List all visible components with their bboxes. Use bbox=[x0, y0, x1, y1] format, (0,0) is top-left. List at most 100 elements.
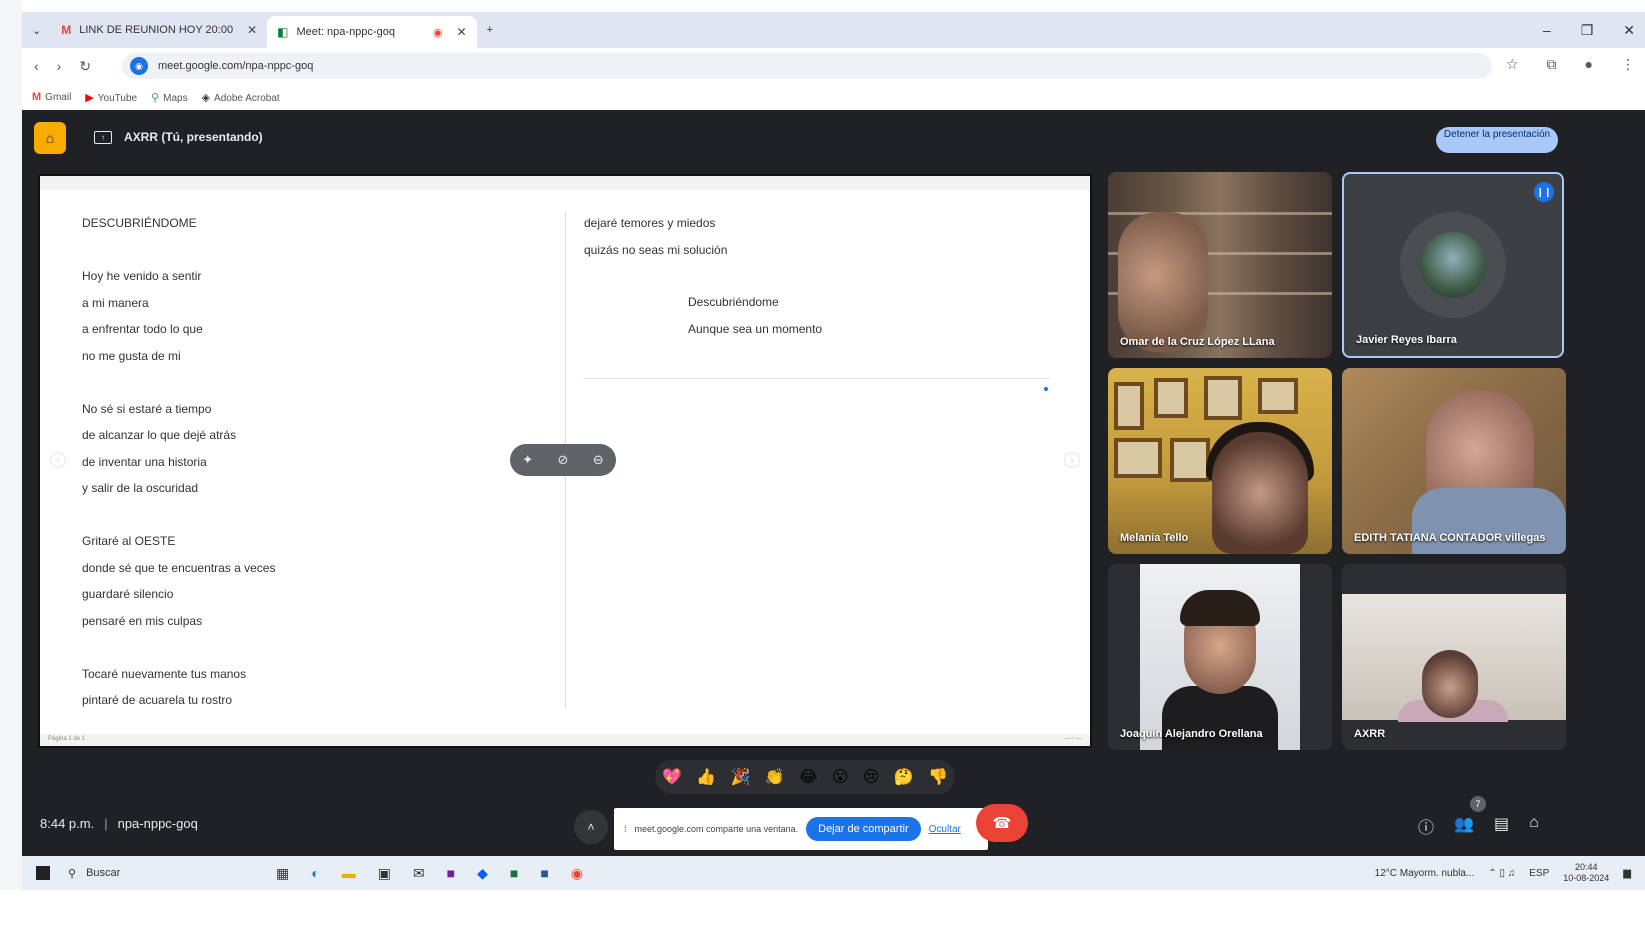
start-icon[interactable] bbox=[36, 866, 50, 880]
reaction-emoji[interactable]: 🤔 bbox=[894, 767, 914, 787]
stop-presenting-button[interactable]: Detener la presentación bbox=[1436, 127, 1558, 153]
bookmark-youtube[interactable]: ▶ YouTube bbox=[85, 91, 137, 104]
store-icon[interactable]: ▣ bbox=[378, 865, 391, 882]
dropbox-icon[interactable]: ◆ bbox=[477, 865, 488, 882]
poem-line: quizás no seas mi solución bbox=[584, 242, 728, 257]
participant-tile[interactable]: ❙❙ Javier Reyes Ibarra bbox=[1342, 172, 1564, 358]
reaction-emoji[interactable]: 😂 bbox=[799, 767, 818, 787]
chat-icon[interactable]: ▤ bbox=[1494, 814, 1509, 838]
tab-label: LINK DE REUNION HOY 20:00 bbox=[79, 24, 234, 36]
reaction-emoji[interactable]: 👏 bbox=[765, 767, 785, 787]
mute-icon[interactable]: ⊘ bbox=[558, 452, 569, 468]
bookmark-adobe[interactable]: ◈ Adobe Acrobat bbox=[202, 91, 280, 104]
profile-icon[interactable]: ● bbox=[1585, 56, 1593, 73]
people-icon[interactable]: 👥 bbox=[1454, 814, 1474, 838]
site-info-icon[interactable]: ◉ bbox=[130, 57, 148, 75]
extensions-icon[interactable]: ⧉ bbox=[1547, 56, 1557, 73]
bookmark-star-icon[interactable]: ☆ bbox=[1506, 56, 1519, 73]
gmail-icon: M bbox=[32, 91, 42, 103]
participant-name: Omar de la Cruz López LLana bbox=[1120, 336, 1275, 348]
separator: | bbox=[104, 816, 108, 831]
reaction-emoji[interactable]: 💖 bbox=[662, 767, 682, 787]
taskview-icon[interactable]: ▦ bbox=[276, 865, 289, 882]
left-edge bbox=[0, 0, 22, 928]
restore-icon[interactable]: ❐ bbox=[1581, 22, 1594, 39]
url-text: meet.google.com/npa-nppc-goq bbox=[158, 60, 314, 72]
reaction-emoji[interactable]: 😮 bbox=[832, 767, 849, 787]
excel-icon[interactable]: ■ bbox=[510, 865, 518, 882]
word-icon[interactable]: ■ bbox=[540, 865, 548, 882]
reaction-emoji[interactable]: 👎 bbox=[928, 767, 948, 787]
stop-sharing-button[interactable]: Dejar de compartir bbox=[806, 817, 921, 841]
browser-tab-bar: ⌄ M LINK DE REUNION HOY 20:00 ✕ ◧ Meet: … bbox=[22, 12, 1645, 48]
poem-line: y salir de la oscuridad bbox=[82, 481, 199, 495]
floating-controls: ✦ ⊘ ⊖ bbox=[510, 444, 616, 476]
notifications-icon[interactable]: ▆ bbox=[1623, 868, 1631, 879]
meeting-side-controls: ⓘ 👥 ▤ ⌂ bbox=[1418, 814, 1539, 838]
language-indicator[interactable]: ESP bbox=[1529, 868, 1549, 879]
chevron-down-icon: ⌄ bbox=[32, 24, 42, 37]
explorer-icon[interactable]: ▬ bbox=[342, 865, 356, 882]
document-status-bar: Página 1 de 1 — ◦ — bbox=[40, 734, 1090, 746]
info-icon[interactable]: ⓘ bbox=[1418, 814, 1434, 838]
minimize-icon[interactable]: – bbox=[1543, 22, 1551, 39]
zoom-controls: — ◦ — bbox=[1064, 736, 1082, 742]
pin-icon[interactable]: ✦ bbox=[522, 452, 533, 468]
reaction-emoji[interactable]: 😢 bbox=[863, 767, 880, 787]
menu-icon[interactable]: ⋮ bbox=[1621, 56, 1635, 73]
drag-handle-icon[interactable]: ⁞ bbox=[624, 824, 627, 834]
tab-gmail[interactable]: M LINK DE REUNION HOY 20:00 ✕ bbox=[51, 16, 267, 44]
poem-line: guardaré silencio bbox=[82, 587, 174, 601]
reload-icon[interactable]: ↻ bbox=[79, 58, 91, 75]
bookmark-maps[interactable]: ⚲ Maps bbox=[151, 91, 188, 104]
participant-name: EDITH TATIANA CONTADOR villegas bbox=[1354, 532, 1546, 544]
weather-text: 12°C Mayorm. nubla... bbox=[1374, 867, 1475, 879]
tray-icons[interactable]: ⌃ ▯ ♫ bbox=[1488, 868, 1515, 879]
close-tab-icon[interactable]: ✕ bbox=[247, 23, 257, 37]
participant-tile[interactable]: Joaquín Alejandro Orellana bbox=[1108, 564, 1332, 750]
leave-call-button[interactable]: ☎ bbox=[976, 804, 1028, 842]
participant-tile[interactable]: Omar de la Cruz López LLana bbox=[1108, 172, 1332, 358]
screen: ⌄ M LINK DE REUNION HOY 20:00 ✕ ◧ Meet: … bbox=[0, 0, 1645, 928]
reactions-bar: 💖 👍 🎉 👏 😂 😮 😢 🤔 👎 bbox=[655, 760, 955, 794]
chrome-icon[interactable]: ◉ bbox=[571, 865, 583, 882]
reaction-emoji[interactable]: 🎉 bbox=[731, 767, 751, 787]
participant-tile[interactable]: EDITH TATIANA CONTADOR villegas bbox=[1342, 368, 1566, 554]
expand-controls-icon[interactable]: ˄ bbox=[574, 810, 608, 844]
tab-meet[interactable]: ◧ Meet: npa-nppc-goq ◉ ✕ bbox=[267, 16, 477, 48]
forward-icon[interactable]: › bbox=[57, 58, 62, 74]
close-tab-icon[interactable]: ✕ bbox=[457, 25, 467, 39]
address-bar-row: ‹ › ↻ ◉ meet.google.com/npa-nppc-goq ☆ ⧉… bbox=[22, 48, 1645, 84]
participant-name: AXRR bbox=[1354, 728, 1386, 740]
participant-name: Melania Tello bbox=[1120, 532, 1189, 544]
clock[interactable]: 20:44 10-08-2024 bbox=[1563, 862, 1609, 884]
new-tab-button[interactable]: + bbox=[477, 16, 503, 44]
wall-picture bbox=[1114, 382, 1144, 430]
back-icon[interactable]: ‹ bbox=[34, 58, 39, 74]
participant-tile[interactable]: Melania Tello bbox=[1108, 368, 1332, 554]
tab-search-menu[interactable]: ⌄ bbox=[22, 16, 51, 44]
url-field[interactable]: ◉ meet.google.com/npa-nppc-goq bbox=[122, 53, 1492, 79]
edge-icon[interactable]: ◐ bbox=[311, 865, 319, 882]
taskbar-search[interactable]: ⚲ Buscar bbox=[68, 867, 228, 880]
bottom-margin bbox=[0, 890, 1645, 928]
document-toolbar bbox=[40, 176, 1090, 190]
onenote-icon[interactable]: ■ bbox=[447, 865, 455, 882]
present-screen-icon: ↑ bbox=[94, 130, 112, 144]
bookmarks-bar: M Gmail ▶ YouTube ⚲ Maps ◈ Adobe Acrobat bbox=[22, 84, 1645, 110]
close-window-icon[interactable]: ✕ bbox=[1623, 22, 1635, 39]
page-marker bbox=[1044, 387, 1048, 391]
next-page-icon[interactable]: › bbox=[1064, 452, 1080, 468]
reaction-emoji[interactable]: 👍 bbox=[696, 767, 716, 787]
wall-picture bbox=[1154, 378, 1188, 418]
hide-link[interactable]: Ocultar bbox=[929, 824, 961, 835]
bookmark-gmail[interactable]: M Gmail bbox=[32, 91, 71, 103]
participant-name: Javier Reyes Ibarra bbox=[1356, 334, 1457, 346]
activities-icon[interactable]: ⌂ bbox=[1529, 814, 1539, 838]
mail-icon[interactable]: ✉ bbox=[413, 865, 425, 882]
participant-tile[interactable]: AXRR bbox=[1342, 564, 1566, 750]
window-controls: – ❐ ✕ bbox=[1543, 22, 1645, 39]
prev-page-icon[interactable]: ‹ bbox=[50, 452, 66, 468]
poem-right-column-top: dejaré temores y miedos quizás no seas mi… bbox=[584, 210, 727, 263]
remove-icon[interactable]: ⊖ bbox=[593, 452, 604, 468]
